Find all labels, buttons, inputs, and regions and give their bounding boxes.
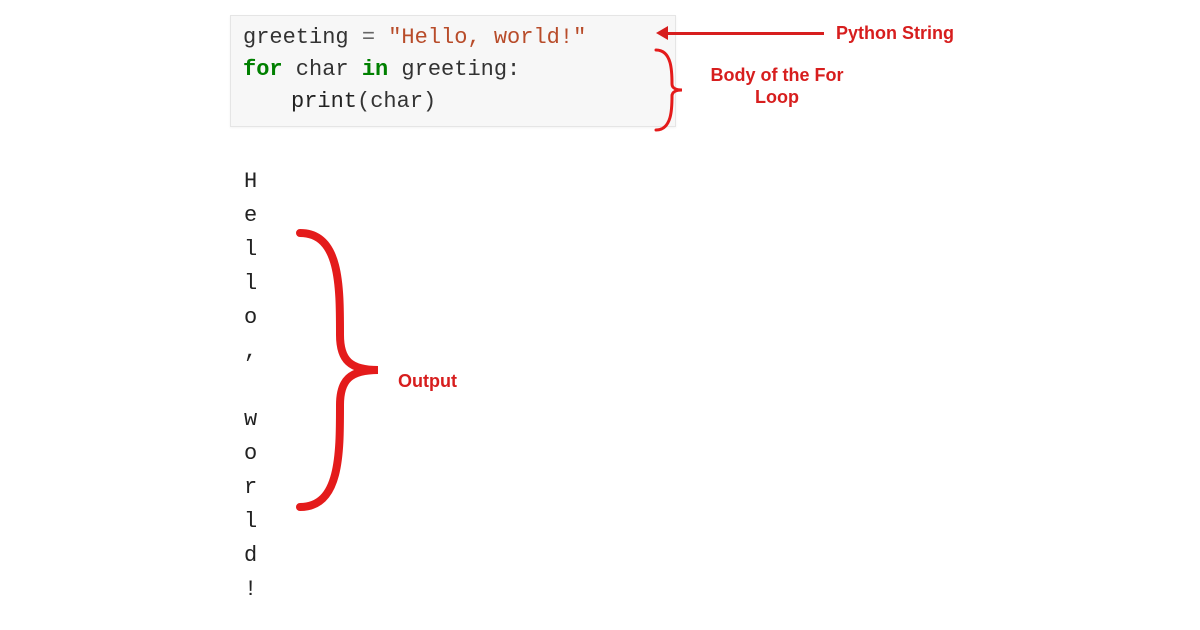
code-line-3: print(char)	[243, 86, 663, 118]
output-char: r	[244, 471, 257, 505]
fn-print: print	[291, 89, 357, 114]
equals-op: =	[349, 25, 389, 50]
arg-char: char	[370, 89, 423, 114]
output-char: !	[244, 573, 257, 607]
output-char: l	[244, 233, 257, 267]
kw-for: for	[243, 57, 283, 82]
output-char	[244, 369, 257, 403]
kw-in: in	[362, 57, 388, 82]
output-char: l	[244, 267, 257, 301]
output-list: Hello,world!	[244, 165, 257, 607]
code-block: greeting = "Hello, world!" for char in g…	[230, 15, 676, 127]
output-char: w	[244, 403, 257, 437]
output-char: o	[244, 301, 257, 335]
paren-open: (	[357, 89, 370, 114]
iter-greeting: greeting:	[388, 57, 520, 82]
output-char: o	[244, 437, 257, 471]
output-char: H	[244, 165, 257, 199]
paren-close: )	[423, 89, 436, 114]
output-char: l	[244, 505, 257, 539]
code-line-2: for char in greeting:	[243, 54, 663, 86]
var-greeting: greeting	[243, 25, 349, 50]
arrow-line	[664, 32, 824, 35]
output-char: ,	[244, 335, 257, 369]
brace-output-icon	[290, 225, 390, 515]
annot-output: Output	[398, 370, 457, 392]
brace-body-icon	[652, 46, 692, 134]
annot-body-loop: Body of the For Loop	[692, 64, 862, 108]
output-char: d	[244, 539, 257, 573]
annot-python-string: Python String	[836, 22, 954, 44]
code-line-1: greeting = "Hello, world!"	[243, 22, 663, 54]
arrow-head-icon	[656, 26, 668, 40]
var-char: char	[283, 57, 362, 82]
string-literal: "Hello, world!"	[388, 25, 586, 50]
output-char: e	[244, 199, 257, 233]
